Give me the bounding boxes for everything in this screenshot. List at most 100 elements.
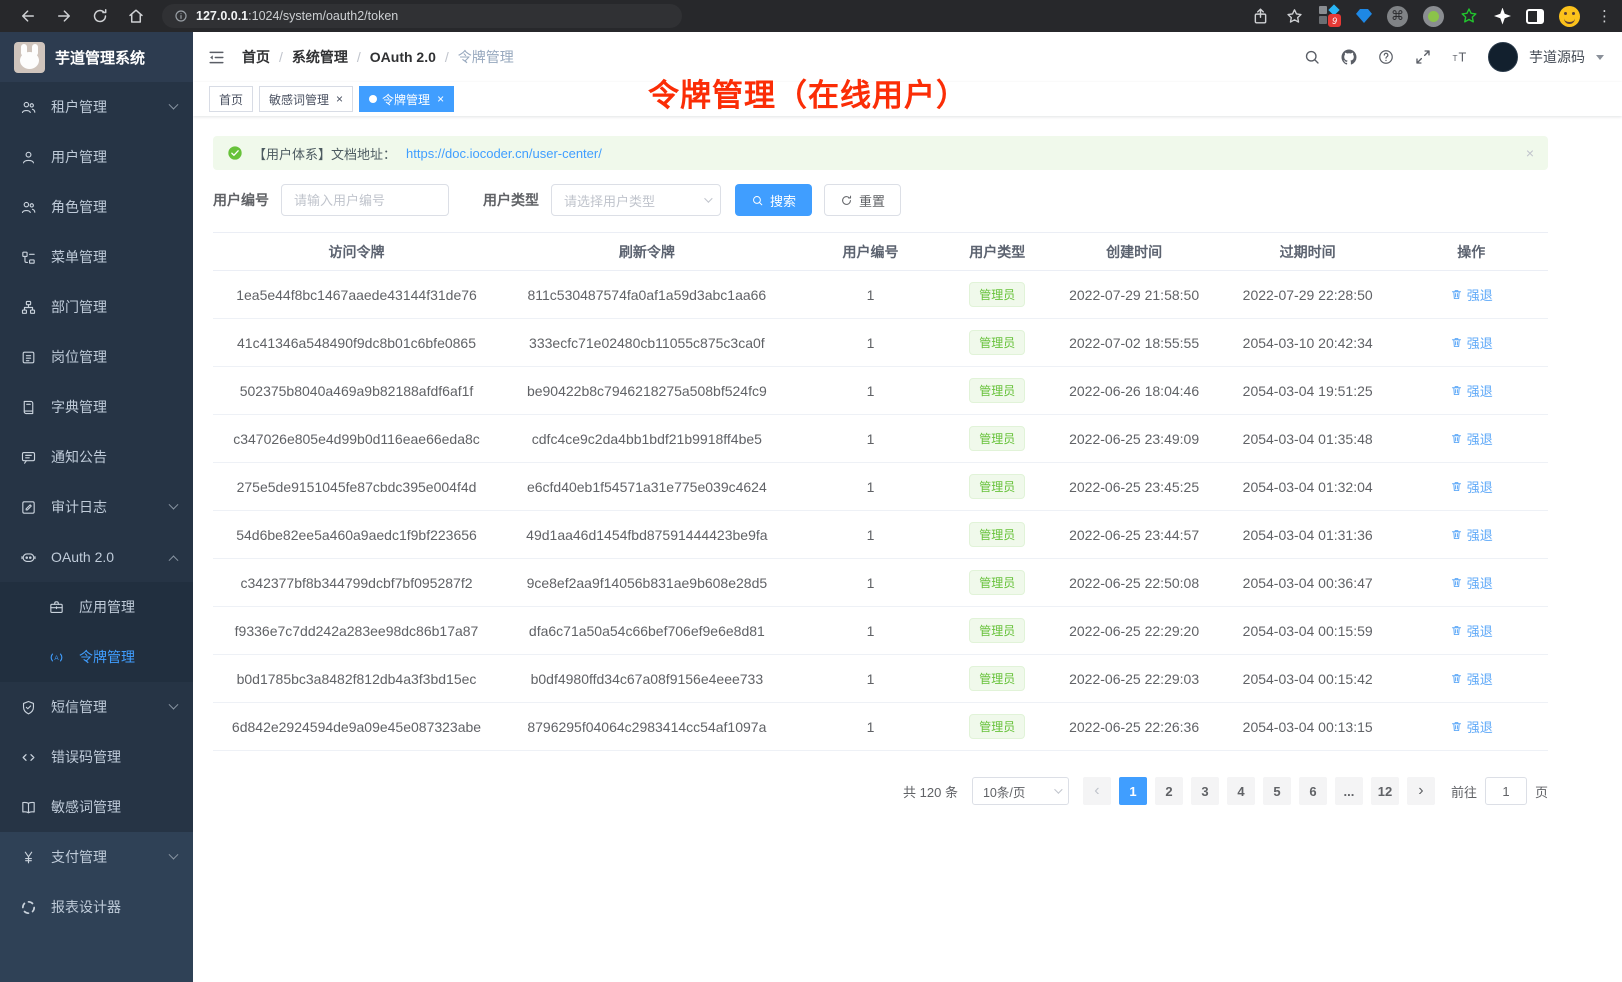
- trash-icon: [1450, 624, 1463, 637]
- breadcrumb-item[interactable]: OAuth 2.0: [348, 49, 436, 65]
- alert-close-icon[interactable]: ×: [1526, 145, 1534, 161]
- force-logout-button[interactable]: 强退: [1450, 717, 1493, 736]
- sidebar-item[interactable]: 菜单管理: [0, 232, 193, 282]
- breadcrumb-item[interactable]: 系统管理: [270, 47, 348, 67]
- sidebar-item[interactable]: 敏感词管理: [0, 782, 193, 832]
- action-cell: 强退: [1394, 559, 1548, 607]
- splat-extension-icon[interactable]: [1494, 8, 1511, 25]
- user-id-cell: 1: [794, 367, 948, 415]
- trash-icon: [1450, 384, 1463, 397]
- doc-link[interactable]: https://doc.iocoder.cn/user-center/: [406, 146, 602, 161]
- next-page-button[interactable]: ›: [1407, 777, 1435, 805]
- force-logout-button[interactable]: 强退: [1450, 381, 1493, 400]
- record-extension-icon[interactable]: [1423, 6, 1444, 27]
- app-logo[interactable]: 芋道管理系统: [0, 32, 193, 82]
- force-logout-button[interactable]: 强退: [1450, 429, 1493, 448]
- user-type-badge: 管理员: [969, 714, 1025, 739]
- prev-page-button[interactable]: ‹: [1083, 777, 1111, 805]
- sidebar-item[interactable]: OAuth 2.0: [0, 532, 193, 582]
- goto-page-input[interactable]: [1485, 777, 1527, 805]
- browser-menu-icon[interactable]: ⋮: [1597, 7, 1612, 25]
- page-button[interactable]: 4: [1227, 777, 1255, 805]
- trash-icon: [1450, 672, 1463, 685]
- sidebar-item-label: 部门管理: [51, 297, 107, 317]
- browser-back-icon[interactable]: [19, 7, 37, 25]
- force-logout-button[interactable]: 强退: [1450, 669, 1493, 688]
- force-logout-button[interactable]: 强退: [1450, 477, 1493, 496]
- font-size-icon[interactable]: TT: [1451, 48, 1469, 66]
- breadcrumb-item[interactable]: 令牌管理: [436, 47, 514, 67]
- dept-icon: [20, 299, 37, 316]
- user-avatar[interactable]: [1488, 42, 1518, 72]
- view-tab[interactable]: 令牌管理 ×: [359, 86, 454, 112]
- force-logout-button[interactable]: 强退: [1450, 285, 1493, 304]
- close-tab-icon[interactable]: ×: [336, 92, 343, 106]
- trash-icon: [1450, 432, 1463, 445]
- sidebar-item[interactable]: 租户管理: [0, 82, 193, 132]
- fullscreen-icon[interactable]: [1414, 48, 1432, 66]
- force-logout-button[interactable]: 强退: [1450, 525, 1493, 544]
- address-bar[interactable]: 127.0.0.1:1024/system/oauth2/token: [162, 4, 682, 28]
- username[interactable]: 芋道源码: [1529, 47, 1585, 67]
- collapse-sidebar-icon[interactable]: [207, 48, 226, 67]
- page-button[interactable]: 1: [1119, 777, 1147, 805]
- refresh-token-cell: 49d1aa46d1454fbd87591444423be9fa: [500, 511, 794, 559]
- bookmark-star-icon[interactable]: [1285, 7, 1304, 26]
- close-tab-icon[interactable]: ×: [437, 92, 444, 106]
- page-button[interactable]: 6: [1299, 777, 1327, 805]
- topbar-right: TT 芋道源码: [1303, 42, 1604, 72]
- side-panel-icon[interactable]: [1526, 9, 1544, 24]
- sidebar-item[interactable]: 角色管理: [0, 182, 193, 232]
- user-type-select[interactable]: 请选择用户类型: [551, 184, 721, 216]
- page-size-select[interactable]: 10条/页: [972, 777, 1069, 805]
- search-icon[interactable]: [1303, 48, 1321, 66]
- sidebar-item[interactable]: 岗位管理: [0, 332, 193, 382]
- sidebar-item[interactable]: 错误码管理: [0, 732, 193, 782]
- sidebar-item[interactable]: 审计日志: [0, 482, 193, 532]
- page-button[interactable]: 2: [1155, 777, 1183, 805]
- page-button[interactable]: 5: [1263, 777, 1291, 805]
- share-icon[interactable]: [1251, 7, 1270, 26]
- page-button[interactable]: ...: [1335, 777, 1363, 805]
- user-type-cell: 管理员: [947, 511, 1047, 559]
- force-logout-button[interactable]: 强退: [1450, 621, 1493, 640]
- sidebar-item[interactable]: 用户管理: [0, 132, 193, 182]
- extension-cluster-icon[interactable]: 9: [1319, 5, 1341, 27]
- breadcrumb-item[interactable]: 首页: [242, 47, 270, 67]
- table-header-cell: 过期时间: [1221, 233, 1395, 271]
- sidebar-item[interactable]: 支付管理: [0, 832, 193, 882]
- view-tab[interactable]: 敏感词管理 ×: [259, 86, 353, 112]
- sidebar-item[interactable]: 通知公告: [0, 432, 193, 482]
- sidebar-item[interactable]: A 令牌管理: [0, 632, 193, 682]
- search-button[interactable]: 搜索: [735, 184, 812, 216]
- view-tab[interactable]: 首页 ×: [209, 86, 253, 112]
- browser-forward-icon[interactable]: [55, 7, 73, 25]
- reset-button[interactable]: 重置: [824, 184, 901, 216]
- sidebar-item[interactable]: 短信管理: [0, 682, 193, 732]
- search-icon: [751, 194, 764, 207]
- browser-home-icon[interactable]: [127, 7, 145, 25]
- refresh-icon: [840, 194, 853, 207]
- user-id-cell: 1: [794, 319, 948, 367]
- command-extension-icon[interactable]: ⌘: [1387, 6, 1408, 27]
- table-row: 6d842e2924594de9a09e45e087323abe 8796295…: [213, 703, 1548, 751]
- sidebar-item[interactable]: 应用管理: [0, 582, 193, 632]
- green-star-extension-icon[interactable]: [1459, 6, 1479, 26]
- help-icon[interactable]: [1377, 48, 1395, 66]
- github-icon[interactable]: [1340, 48, 1358, 66]
- info-icon[interactable]: [174, 9, 188, 23]
- browser-reload-icon[interactable]: [91, 7, 109, 25]
- user-id-input[interactable]: [282, 193, 448, 208]
- sidebar-item[interactable]: 字典管理: [0, 382, 193, 432]
- force-logout-button[interactable]: 强退: [1450, 333, 1493, 352]
- page-button[interactable]: 3: [1191, 777, 1219, 805]
- profile-avatar-icon[interactable]: [1559, 6, 1580, 27]
- sidebar-item[interactable]: 报表设计器: [0, 882, 193, 932]
- page-button[interactable]: 12: [1371, 777, 1399, 805]
- force-logout-button[interactable]: 强退: [1450, 573, 1493, 592]
- caret-down-icon: [1596, 55, 1604, 60]
- gem-extension-icon[interactable]: [1356, 9, 1372, 23]
- user-id-field: [281, 184, 449, 216]
- sidebar-item[interactable]: 部门管理: [0, 282, 193, 332]
- token-table: 访问令牌 刷新令牌 用户编号 用户类型 创建时间 过期时间 操作: [213, 232, 1548, 751]
